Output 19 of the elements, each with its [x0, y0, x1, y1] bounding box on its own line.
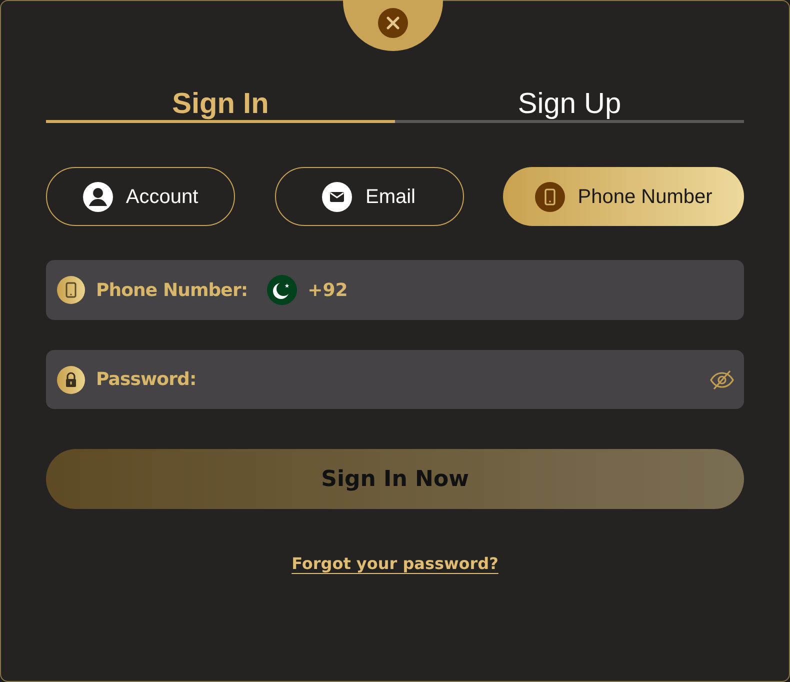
mail-icon [322, 182, 352, 212]
field-label: Password: [96, 368, 196, 392]
forgot-password-link[interactable]: Forgot your password? [292, 552, 498, 576]
phone-icon [534, 182, 565, 212]
password-field[interactable]: Password: [46, 350, 744, 409]
lock-icon [57, 366, 85, 394]
close-icon [378, 8, 408, 38]
user-icon [82, 182, 113, 212]
phone-field[interactable]: Phone Number: +92 [46, 260, 744, 320]
login-method-button[interactable]: Phone Number [503, 167, 744, 226]
tab[interactable]: Sign Up [395, 83, 744, 123]
flag-icon[interactable] [266, 275, 297, 305]
field-label: Phone Number: [96, 278, 248, 302]
login-method-button[interactable]: Account [46, 167, 235, 226]
tab[interactable]: Sign In [46, 83, 395, 123]
country-code: +92 [308, 278, 348, 302]
login-method-button[interactable]: Email [274, 167, 464, 226]
phone-icon [57, 276, 85, 304]
eye-off-icon[interactable] [709, 368, 735, 390]
